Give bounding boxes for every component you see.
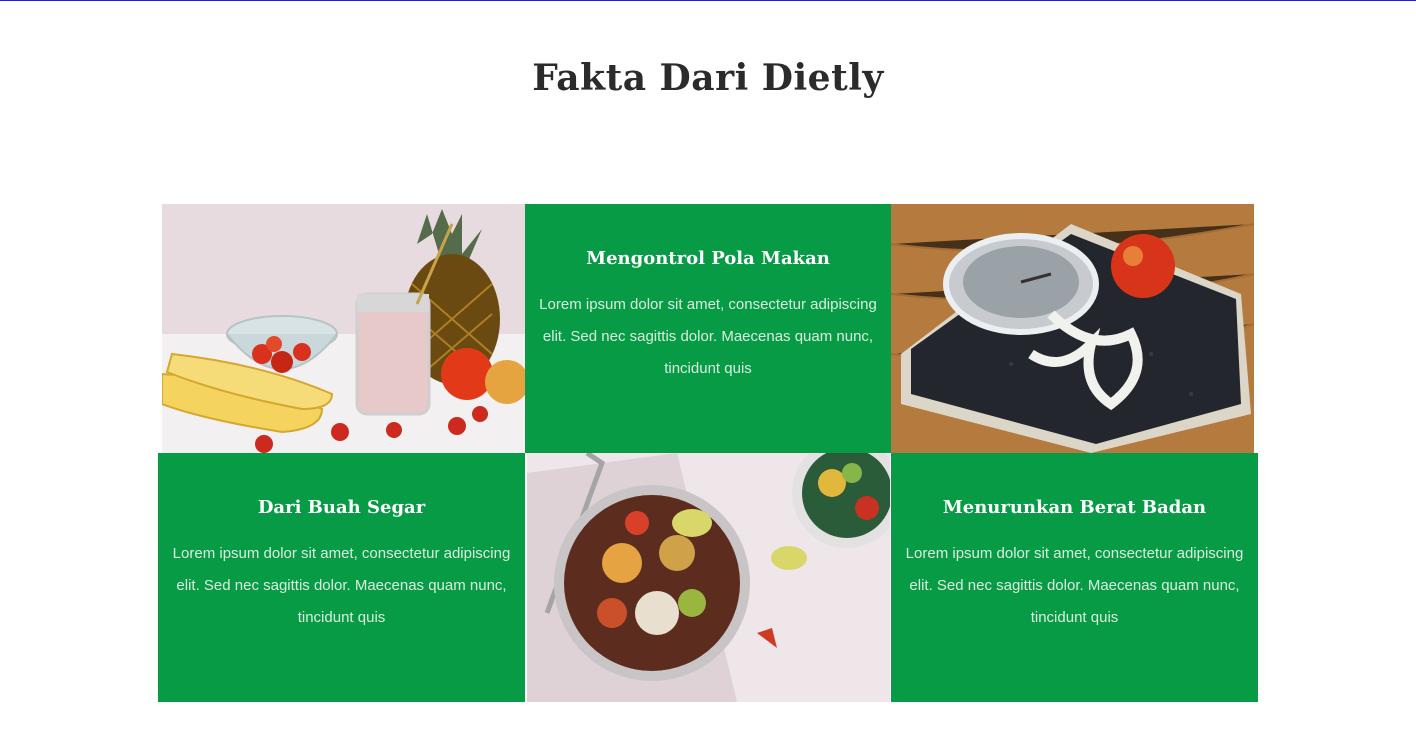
card-title: Mengontrol Pola Makan [586, 248, 830, 269]
card-title: Menurunkan Berat Badan [942, 497, 1207, 518]
fact-card-berat-badan: Menurunkan Berat Badan Lorem ipsum dolor… [891, 453, 1258, 702]
fact-card-pola-makan: Mengontrol Pola Makan Lorem ipsum dolor … [525, 204, 891, 453]
card-text: Lorem ipsum dolor sit amet, consectetur … [172, 545, 511, 626]
fruit-photo [162, 204, 525, 453]
card-title: Dari Buah Segar [257, 497, 426, 518]
scale-photo [891, 204, 1254, 453]
card-text: Lorem ipsum dolor sit amet, consectetur … [905, 545, 1244, 626]
section-title: Fakta Dari Dietly [532, 57, 884, 99]
salad-bowl-photo [527, 453, 890, 702]
fact-card-buah-segar: Dari Buah Segar Lorem ipsum dolor sit am… [158, 453, 525, 702]
card-text: Lorem ipsum dolor sit amet, consectetur … [539, 296, 877, 377]
